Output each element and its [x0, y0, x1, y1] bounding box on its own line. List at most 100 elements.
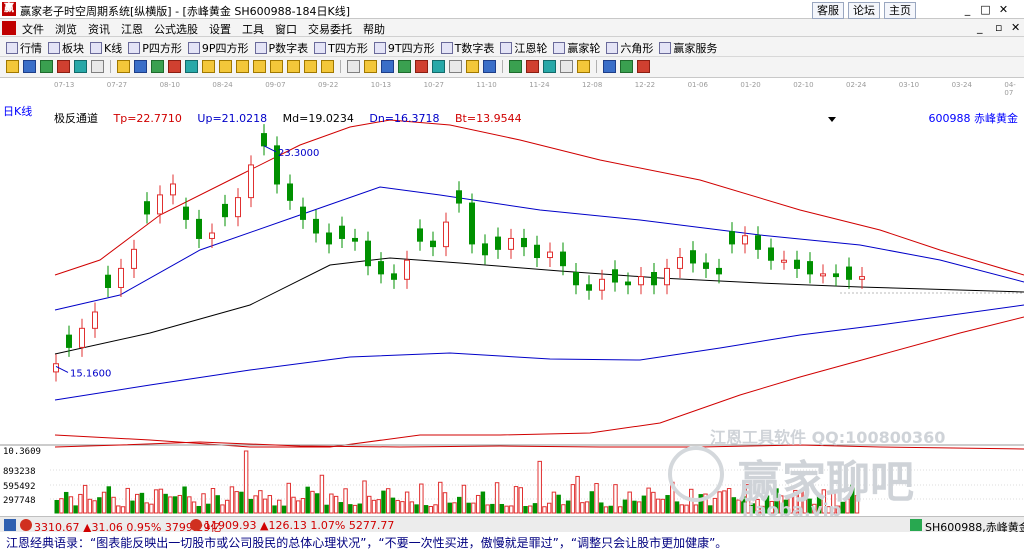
- candle-body: [222, 203, 228, 218]
- toolbar-item-7[interactable]: 9T四方形: [373, 40, 435, 56]
- flag-icon[interactable]: [117, 60, 130, 73]
- candle-body: [92, 311, 98, 329]
- toolbar-separator: [110, 60, 111, 73]
- link-forum[interactable]: 论坛: [848, 2, 880, 19]
- menu-item-1[interactable]: 浏览: [55, 21, 77, 37]
- volume-bar: [310, 490, 315, 514]
- toolbar-item-icon: [659, 42, 672, 54]
- bar-icon[interactable]: [40, 60, 53, 73]
- arrow-icon[interactable]: [381, 60, 394, 73]
- volume-bar: [258, 490, 263, 514]
- candle-body: [664, 267, 670, 286]
- next-icon[interactable]: [185, 60, 198, 73]
- menu-item-9[interactable]: 帮助: [363, 21, 385, 37]
- diamond-icon[interactable]: [304, 60, 317, 73]
- menu-minimize-icon[interactable]: _: [977, 21, 983, 34]
- toolbar-item-3[interactable]: P四方形: [128, 40, 182, 56]
- toolbar-item-9[interactable]: 江恩轮: [500, 40, 547, 56]
- settings-icon[interactable]: [620, 60, 633, 73]
- hand-icon[interactable]: [347, 60, 360, 73]
- save-icon[interactable]: [526, 60, 539, 73]
- menu-restore-icon[interactable]: ▫: [995, 21, 1002, 34]
- toolbar-item-2[interactable]: K线: [90, 40, 122, 56]
- diamond-icon[interactable]: [236, 60, 249, 73]
- volume-bar: [613, 484, 618, 514]
- volume-bar: [480, 491, 486, 514]
- link-service[interactable]: 客服: [812, 2, 844, 19]
- candle-body: [144, 201, 150, 215]
- calendar-icon[interactable]: [509, 60, 522, 73]
- candle-icon[interactable]: [57, 60, 70, 73]
- diamond-icon[interactable]: [270, 60, 283, 73]
- toolbar-item-8[interactable]: T数字表: [440, 40, 494, 56]
- diamond-icon[interactable]: [321, 60, 334, 73]
- diamond-icon[interactable]: [202, 60, 215, 73]
- sz-index[interactable]: 11909.93 ▲126.13 1.07% 5277.77: [204, 519, 394, 532]
- toolbar-item-1[interactable]: 板块: [48, 40, 84, 56]
- toolbar-item-5[interactable]: P数字表: [254, 40, 308, 56]
- candle-body: [66, 334, 72, 348]
- volume-bar: [182, 486, 187, 514]
- menu-item-7[interactable]: 窗口: [275, 21, 297, 37]
- candle-body: [716, 267, 722, 275]
- menu-item-0[interactable]: 文件: [22, 21, 44, 37]
- diamond-icon[interactable]: [287, 60, 300, 73]
- toolbar-item-11[interactable]: 六角形: [606, 40, 653, 56]
- diamond-icon[interactable]: [253, 60, 266, 73]
- menu-item-5[interactable]: 设置: [209, 21, 231, 37]
- zoom-icon[interactable]: [23, 60, 36, 73]
- play-icon[interactable]: [168, 60, 181, 73]
- volume-bar: [234, 491, 239, 514]
- volume-bar: [153, 489, 159, 514]
- diamond-icon[interactable]: [219, 60, 232, 73]
- toolbar-item-icon: [440, 42, 453, 54]
- volume-bar: [485, 504, 490, 514]
- help-icon[interactable]: [637, 60, 650, 73]
- volume-bar: [253, 495, 258, 514]
- menu-close-icon[interactable]: ✕: [1011, 21, 1020, 34]
- toolbar-item-label: T四方形: [328, 42, 368, 55]
- close-icon[interactable]: ✕: [997, 3, 1010, 16]
- zoomin-icon[interactable]: [466, 60, 479, 73]
- menu-item-8[interactable]: 交易委托: [308, 21, 352, 37]
- toolbar-item-12[interactable]: 赢家服务: [659, 40, 717, 56]
- toolbar-item-6[interactable]: T四方形: [314, 40, 368, 56]
- fork-icon[interactable]: [398, 60, 411, 73]
- candle-body: [157, 194, 163, 215]
- menu-bar: 文件 浏览 资讯 江恩 公式选股 设置 工具 窗口 交易委托 帮助 _ ▫ ✕: [0, 19, 1024, 37]
- volume-bar: [92, 500, 97, 514]
- minimize-icon[interactable]: _: [961, 3, 974, 16]
- link-home[interactable]: 主页: [884, 2, 916, 19]
- candle-body: [339, 225, 345, 239]
- menu-item-4[interactable]: 公式选股: [154, 21, 198, 37]
- volume-bar: [201, 493, 206, 514]
- toolbar-item-0[interactable]: 行情: [6, 40, 42, 56]
- grid2-icon[interactable]: [603, 60, 616, 73]
- wave-icon[interactable]: [449, 60, 462, 73]
- maximize-icon[interactable]: □: [979, 3, 992, 16]
- volume-bar: [655, 498, 661, 514]
- first-icon[interactable]: [134, 60, 147, 73]
- car-icon[interactable]: [560, 60, 573, 73]
- print-icon[interactable]: [543, 60, 556, 73]
- export-icon[interactable]: [577, 60, 590, 73]
- cross-icon[interactable]: [364, 60, 377, 73]
- zoomout-icon[interactable]: [483, 60, 496, 73]
- ma-icon[interactable]: [74, 60, 87, 73]
- candle-body: [820, 273, 826, 277]
- candle-body: [300, 206, 306, 220]
- menu-item-2[interactable]: 资讯: [88, 21, 110, 37]
- status-grid-icon[interactable]: [4, 519, 16, 531]
- draw-icon[interactable]: [415, 60, 428, 73]
- app-logo-icon: 赢: [2, 2, 16, 16]
- menu-item-6[interactable]: 工具: [242, 21, 264, 37]
- toolbar-separator: [340, 60, 341, 73]
- menu-item-3[interactable]: 江恩: [121, 21, 143, 37]
- prev-icon[interactable]: [151, 60, 164, 73]
- toolbar-item-4[interactable]: 9P四方形: [187, 40, 249, 56]
- volume-icon[interactable]: [91, 60, 104, 73]
- grid-icon[interactable]: [6, 60, 19, 73]
- toolbar-item-10[interactable]: 赢家轮: [553, 40, 600, 56]
- measure-icon[interactable]: [432, 60, 445, 73]
- volume-bar: [651, 491, 656, 514]
